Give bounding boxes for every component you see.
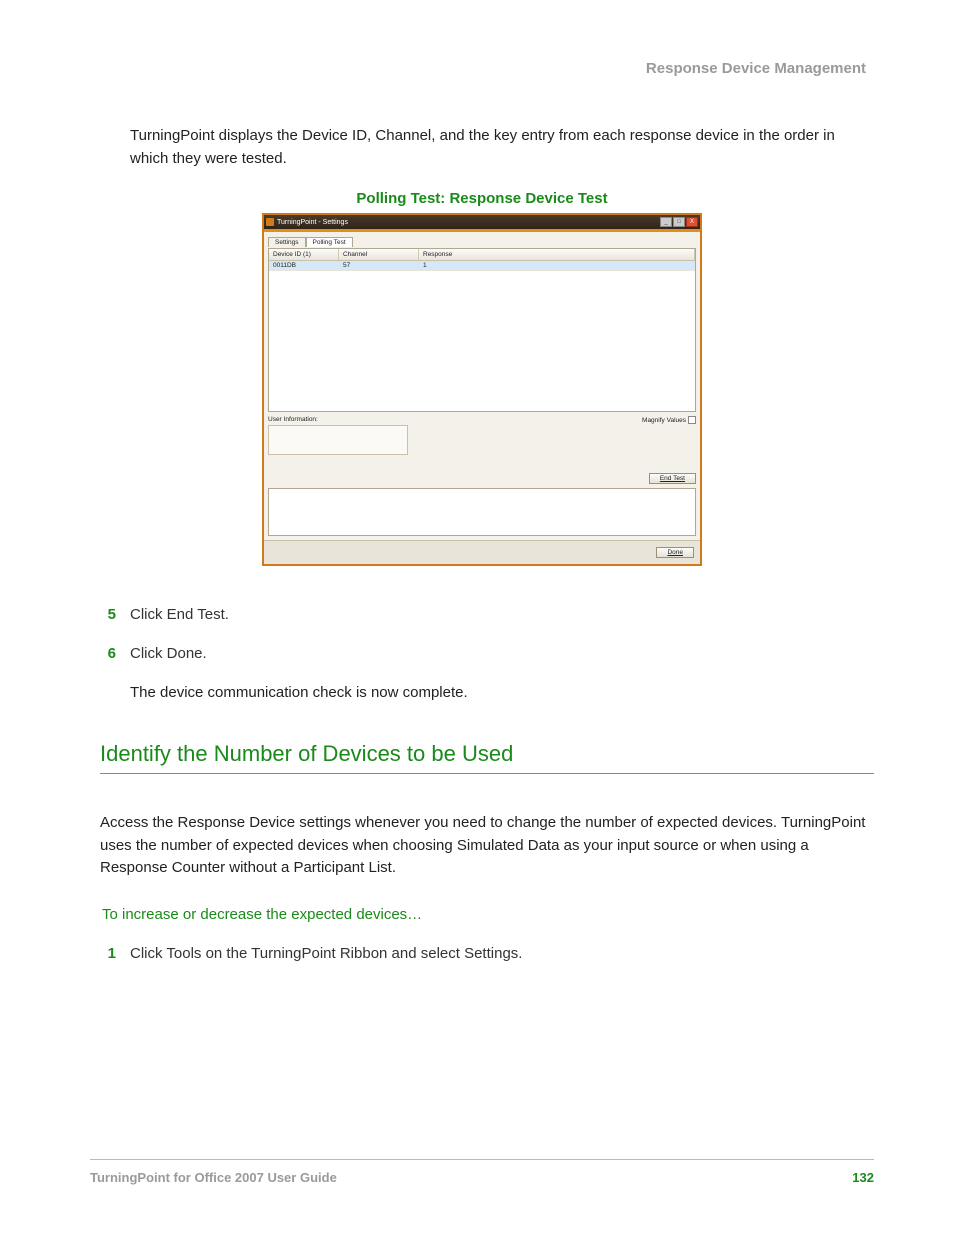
user-information-section: User Information: (268, 416, 408, 455)
window-controls: _ □ X (660, 217, 698, 227)
step-6: 6 Click Done. (90, 645, 874, 662)
window-title: TurningPoint - Settings (277, 219, 348, 226)
step-number: 6 (90, 645, 130, 662)
dialog-button-bar: Done (264, 540, 700, 564)
magnify-values-label: Magnify Values (642, 417, 686, 424)
section-paragraph: Access the Response Device settings when… (100, 812, 874, 880)
section-divider (100, 773, 874, 774)
lower-panel (268, 488, 696, 536)
table-row[interactable]: 0011DB 57 1 (269, 261, 695, 271)
step-1: 1 Click Tools on the TurningPoint Ribbon… (90, 945, 874, 962)
done-button[interactable]: Done (656, 547, 694, 558)
procedure-subheading: To increase or decrease the expected dev… (102, 906, 874, 923)
tab-strip: Settings Polling Test (268, 236, 696, 246)
tab-settings[interactable]: Settings (268, 237, 306, 247)
maximize-button[interactable]: □ (673, 217, 685, 227)
tab-polling-test[interactable]: Polling Test (306, 237, 353, 247)
cell-response: 1 (419, 261, 695, 270)
step-number: 5 (90, 606, 130, 623)
page-footer: TurningPoint for Office 2007 User Guide … (90, 1159, 874, 1185)
figure-caption: Polling Test: Response Device Test (90, 190, 874, 207)
step-text: Click End Test. (130, 606, 229, 623)
user-information-box (268, 425, 408, 455)
minimize-button[interactable]: _ (660, 217, 672, 227)
magnify-values-checkbox[interactable] (688, 416, 696, 424)
settings-window: TurningPoint - Settings _ □ X Settings P… (262, 213, 702, 566)
user-information-label: User Information: (268, 416, 318, 423)
col-response[interactable]: Response (419, 249, 695, 260)
app-icon (266, 218, 274, 226)
step-number: 1 (90, 945, 130, 962)
section-heading: Identify the Number of Devices to be Use… (100, 741, 874, 767)
cell-device-id: 0011DB (269, 261, 339, 270)
footer-title: TurningPoint for Office 2007 User Guide (90, 1170, 337, 1185)
table-header: Device ID (1) Channel Response (269, 249, 695, 261)
step-text: Click Done. (130, 645, 207, 662)
intro-paragraph: TurningPoint displays the Device ID, Cha… (130, 125, 874, 170)
table-body: 0011DB 57 1 (269, 261, 695, 411)
close-button[interactable]: X (686, 217, 698, 227)
screenshot-container: TurningPoint - Settings _ □ X Settings P… (90, 213, 874, 566)
running-header: Response Device Management (90, 60, 874, 77)
step-5: 5 Click End Test. (90, 606, 874, 623)
cell-channel: 57 (339, 261, 419, 270)
completion-text: The device communication check is now co… (130, 684, 874, 701)
step-text: Click Tools on the TurningPoint Ribbon a… (130, 945, 522, 962)
magnify-values-option: Magnify Values (642, 416, 696, 424)
page-number: 132 (852, 1170, 874, 1185)
col-channel[interactable]: Channel (339, 249, 419, 260)
end-test-button[interactable]: End Test (649, 473, 696, 484)
col-device-id[interactable]: Device ID (1) (269, 249, 339, 260)
window-titlebar: TurningPoint - Settings _ □ X (264, 215, 700, 229)
polling-test-panel: Device ID (1) Channel Response 0011DB 57… (268, 248, 696, 412)
